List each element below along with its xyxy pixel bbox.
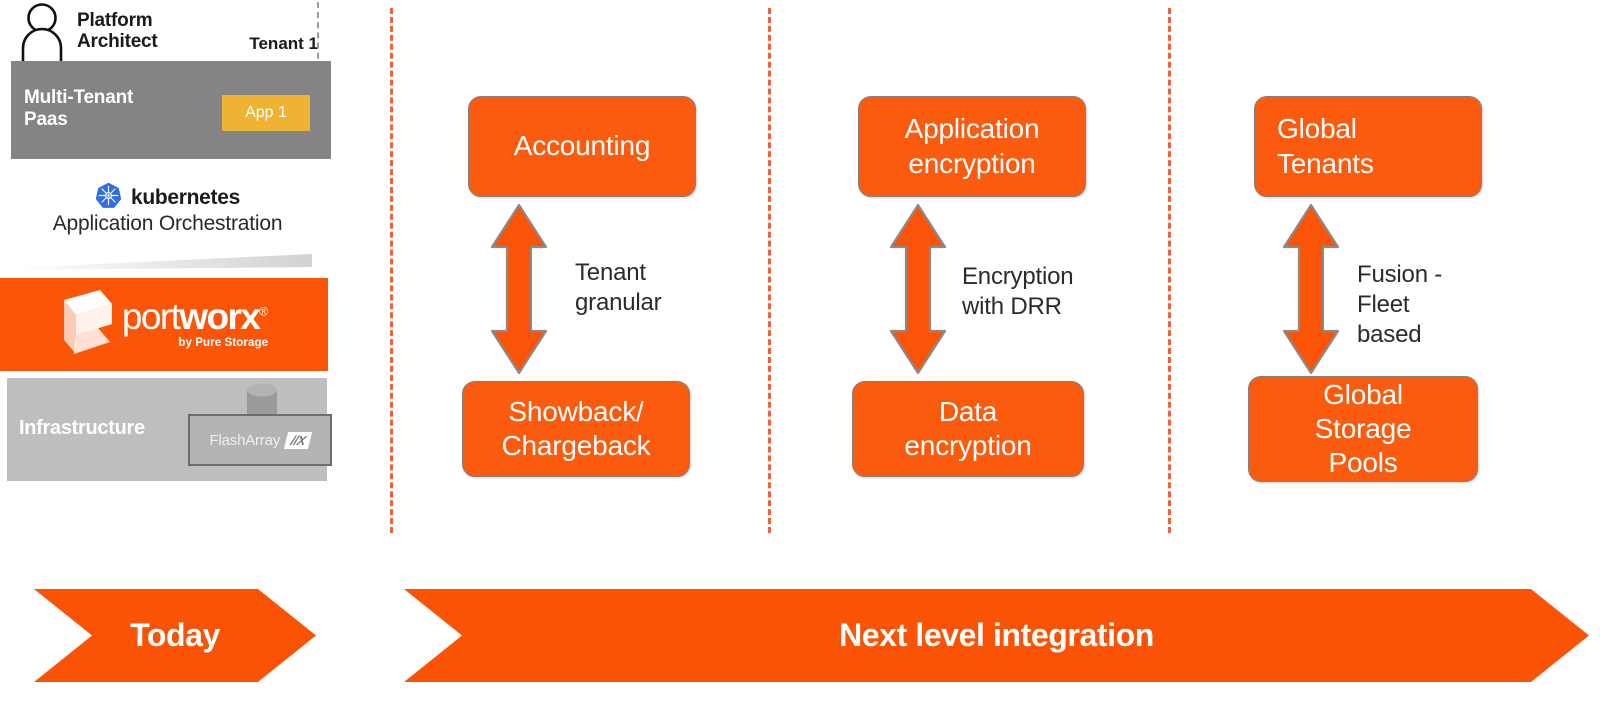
box-global-tenants-label: Global Tenants (1255, 112, 1481, 180)
caption-fusion-line-2: Fleet (1357, 291, 1410, 319)
portworx-name-light: port (121, 296, 181, 338)
application-orchestration-caption: Application Orchestration (52, 212, 283, 235)
caption-tenant-granular-line-1: Tenant (575, 259, 646, 286)
caption-encryption-with-drr: Encryption with DRR (962, 262, 1074, 322)
flasharray-model-badge: //X (283, 431, 313, 449)
caption-fusion-fleet-based: Fusion - Fleet based (1357, 260, 1442, 351)
box-accounting[interactable]: Accounting (468, 96, 696, 197)
caption-drr-line-1: Encryption (962, 263, 1074, 290)
portworx-lockup: portworx® by Pure Storage (60, 288, 268, 361)
app-1-chip[interactable]: App 1 (222, 95, 310, 131)
box-data-encryption[interactable]: Data encryption (852, 381, 1084, 477)
data-encryption-line-2: encryption (904, 430, 1032, 461)
column-separator-3 (1168, 8, 1171, 533)
platform-architect-person-icon (18, 2, 70, 69)
timeline-today-banner[interactable]: Today (34, 589, 316, 682)
portworx-mark-icon (60, 288, 114, 361)
portworx-wordmark: portworx® by Pure Storage (122, 298, 269, 349)
app-encryption-line-1: Application (904, 113, 1040, 145)
timeline-next-level-banner[interactable]: Next level integration (404, 589, 1589, 682)
persona-line-1: Platform (77, 10, 153, 31)
column-separator-1 (390, 8, 393, 533)
column-separator-2 (768, 8, 771, 533)
box-global-storage-pools-label: Global Storage Pools (1315, 378, 1412, 480)
app-encryption-line-2: encryption (908, 147, 1036, 179)
box-global-storage-pools[interactable]: Global Storage Pools (1248, 376, 1478, 482)
showback-line-2: Chargeback (501, 430, 651, 461)
paas-title-line-1: Multi-Tenant (24, 87, 134, 108)
persona-line-2: Architect (77, 31, 158, 53)
caption-drr-line-2: with DRR (962, 293, 1062, 321)
arrow-global-tenants-pools (1281, 203, 1341, 380)
multi-tenant-paas-title: Multi-Tenant Paas (24, 87, 133, 130)
paas-title-line-2: Paas (24, 108, 68, 130)
box-global-tenants[interactable]: Global Tenants (1254, 96, 1482, 197)
slide-canvas: Platform Architect Tenant 1 Multi-Tenant… (0, 0, 1600, 702)
global-tenants-line-2: Tenants (1277, 147, 1374, 179)
kubernetes-icon (95, 182, 122, 214)
data-encryption-line-1: Data (938, 395, 998, 427)
flasharray-device: FlashArray //X (188, 414, 332, 466)
caption-tenant-granular-line-2: granular (575, 289, 662, 317)
showback-line-1: Showback/ (508, 395, 644, 427)
portworx-name: portworx® (122, 298, 269, 335)
global-pools-line-2: Storage (1314, 412, 1412, 444)
kubernetes-wordmark: kubernetes (130, 186, 241, 209)
timeline-today-label: Today (130, 617, 220, 653)
registered-mark-icon: ® (259, 305, 269, 320)
tenant-label: Tenant 1 (249, 34, 318, 53)
caption-fusion-line-3: based (1357, 321, 1422, 349)
caption-fusion-line-1: Fusion - (1357, 261, 1443, 288)
portworx-band: portworx® by Pure Storage (0, 278, 328, 371)
caption-tenant-granular: Tenant granular (575, 258, 662, 318)
kubernetes-lockup: kubernetes (0, 182, 335, 214)
box-data-encryption-label: Data encryption (904, 395, 1031, 463)
layer-wedge-divider (12, 252, 312, 275)
infrastructure-label: Infrastructure (19, 417, 145, 439)
global-pools-line-1: Global (1323, 378, 1403, 410)
portworx-name-bold: worx (179, 296, 261, 338)
portworx-tagline: by Pure Storage (178, 336, 269, 349)
box-showback-chargeback-label: Showback/ Chargeback (502, 395, 651, 463)
arrow-accounting-showback (489, 203, 549, 380)
timeline-next-level-label: Next level integration (839, 617, 1154, 653)
persona-label: Platform Architect (77, 10, 207, 53)
box-showback-chargeback[interactable]: Showback/ Chargeback (462, 381, 690, 477)
box-accounting-label: Accounting (513, 130, 651, 162)
box-application-encryption-label: Application encryption (905, 112, 1040, 180)
arrow-application-data-encryption (888, 203, 948, 380)
global-pools-line-3: Pools (1328, 447, 1398, 479)
flasharray-name: FlashArray (209, 431, 281, 449)
box-application-encryption[interactable]: Application encryption (858, 96, 1086, 197)
global-tenants-line-1: Global (1277, 113, 1357, 145)
